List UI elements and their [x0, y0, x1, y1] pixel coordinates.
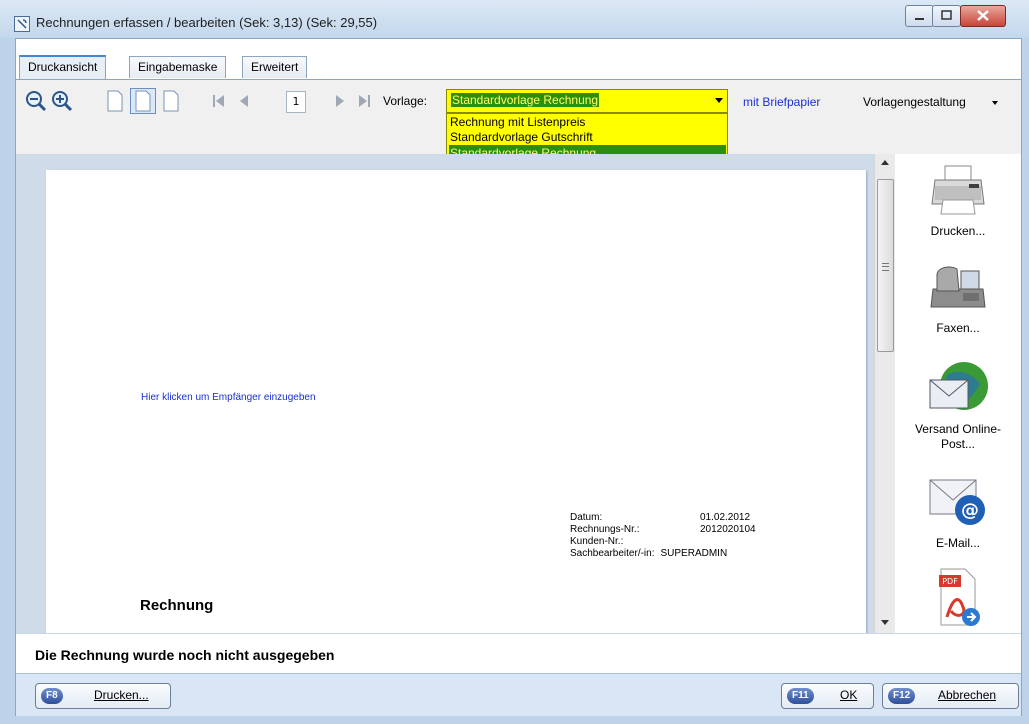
cancel-button[interactable]: F12 Abbrechen [882, 683, 1019, 709]
print-button-label: Drucken... [94, 688, 149, 702]
svg-text:PDF: PDF [942, 577, 958, 586]
single-page-icon[interactable] [106, 90, 124, 115]
briefpapier-link[interactable]: mit Briefpapier [743, 95, 820, 109]
output-actions-panel: Drucken... Faxen... Versand Online-Post.… [895, 154, 1021, 633]
scroll-down-icon[interactable] [881, 620, 889, 625]
cancel-button-label: Abbrechen [938, 688, 997, 702]
grip-icon [882, 263, 889, 271]
tab-druckansicht[interactable]: Druckansicht [19, 55, 107, 79]
fax-icon [895, 261, 1021, 317]
invoice-info-block: Datum: 01.02.2012 Rechnungs-Nr.: 2012020… [570, 512, 756, 560]
zoom-out-icon[interactable] [25, 90, 47, 115]
info-row: Sachbearbeiter/-in: SUPERADMIN [570, 548, 756, 560]
info-label: Sachbearbeiter/-in: [570, 548, 655, 559]
fax-action-label: Faxen... [936, 321, 980, 335]
function-key-badge: F8 [41, 688, 63, 704]
status-message: Die Rechnung wurde noch nicht ausgegeben [35, 647, 335, 663]
info-label: Kunden-Nr.: [570, 536, 624, 547]
pdf-action[interactable]: PDF [895, 567, 1021, 635]
online-post-action[interactable]: Versand Online-Post... [895, 358, 1021, 452]
previous-page-icon[interactable] [238, 94, 250, 111]
close-button[interactable] [960, 5, 1006, 27]
last-page-icon[interactable] [358, 94, 372, 111]
two-pages-icon[interactable] [162, 90, 180, 115]
first-page-icon[interactable] [212, 94, 226, 111]
title-bar: Rechnungen erfassen / bearbeiten (Sek: 3… [0, 0, 1029, 38]
ok-button[interactable]: F11 OK [781, 683, 874, 709]
vorlage-option[interactable]: Rechnung mit Listenpreis [449, 114, 726, 130]
document-title: Rechnung [140, 597, 214, 614]
function-key-badge: F11 [787, 688, 814, 704]
scroll-up-icon[interactable] [881, 160, 889, 165]
print-preview-area[interactable]: Hier klicken um Empfänger einzugeben Dat… [16, 154, 874, 633]
preview-toolbar: 1 Vorlage: Standardvorlage Rechnung Rech… [16, 79, 1021, 163]
ok-button-label: OK [840, 688, 858, 702]
printer-icon [895, 164, 1021, 220]
tab-bar: Druckansicht Eingabemaske Erweitert [16, 55, 1021, 79]
online-post-action-label: Versand Online-Post... [914, 422, 1002, 451]
application-window: Rechnungen erfassen / bearbeiten (Sek: 3… [0, 0, 1029, 724]
scrollbar-thumb[interactable] [877, 179, 894, 352]
preview-scrollbar[interactable] [874, 154, 895, 633]
fax-action[interactable]: Faxen... [895, 261, 1021, 336]
vorlage-selected-value: Standardvorlage Rechnung [451, 93, 600, 107]
next-page-icon[interactable] [334, 94, 346, 111]
tab-eingabemaske[interactable]: Eingabemaske [129, 56, 227, 78]
info-label: Rechnungs-Nr.: [570, 524, 640, 535]
svg-text:@: @ [961, 500, 979, 521]
info-row: Kunden-Nr.: [570, 536, 756, 548]
page-width-icon[interactable] [130, 88, 156, 117]
info-value: 2012020104 [700, 524, 756, 535]
dialog-client-area: Druckansicht Eingabemaske Erweitert 1 Vo… [15, 38, 1022, 716]
info-label: Datum: [570, 512, 603, 523]
info-row: Rechnungs-Nr.: 2012020104 [570, 524, 756, 536]
chevron-down-icon[interactable] [715, 98, 723, 103]
email-at-icon: @ [895, 472, 1021, 532]
maximize-button[interactable] [932, 5, 961, 27]
info-value: SUPERADMIN [660, 548, 728, 559]
button-bar: F8 Drucken... F11 OK F12 Abbrechen [16, 673, 1021, 716]
vorlage-option[interactable]: Standardvorlage Gutschrift [449, 129, 726, 145]
pdf-icon: PDF [895, 567, 1021, 631]
window-title: Rechnungen erfassen / bearbeiten (Sek: 3… [36, 15, 378, 30]
invoice-page: Hier klicken um Empfänger einzugeben Dat… [46, 170, 866, 633]
app-icon [14, 16, 30, 32]
status-bar: Die Rechnung wurde noch nicht ausgegeben [16, 633, 1021, 674]
function-key-badge: F12 [888, 688, 916, 704]
info-row: Datum: 01.02.2012 [570, 512, 756, 524]
recipient-link[interactable]: Hier klicken um Empfänger einzugeben [141, 392, 316, 403]
minimize-button[interactable] [905, 5, 934, 27]
email-action-label: E-Mail... [935, 536, 980, 550]
zoom-in-icon[interactable] [51, 90, 73, 115]
vorlagengestaltung-menu[interactable]: Vorlagengestaltung [863, 95, 966, 109]
print-action-label: Drucken... [930, 224, 986, 238]
vorlage-select[interactable]: Standardvorlage Rechnung [446, 89, 728, 113]
chevron-down-icon[interactable] [992, 101, 998, 105]
globe-mail-icon [895, 358, 1021, 418]
tab-erweitert[interactable]: Erweitert [242, 56, 308, 78]
email-action[interactable]: @ E-Mail... [895, 472, 1021, 551]
print-button[interactable]: F8 Drucken... [35, 683, 171, 709]
page-number-field[interactable]: 1 [286, 91, 306, 113]
print-action[interactable]: Drucken... [895, 164, 1021, 239]
info-value: 01.02.2012 [700, 512, 751, 523]
vorlage-label: Vorlage: [383, 94, 428, 108]
